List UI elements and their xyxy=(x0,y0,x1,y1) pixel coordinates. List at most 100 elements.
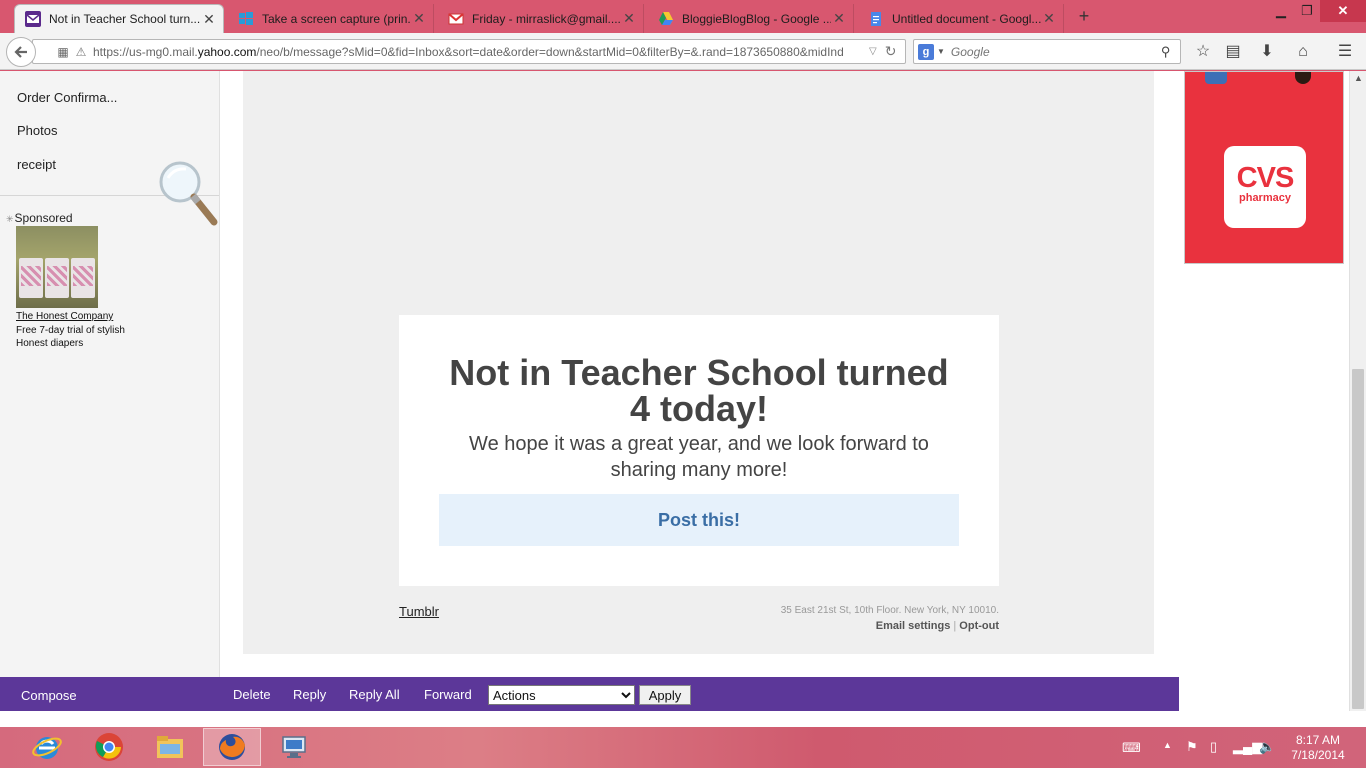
tab-screen-capture[interactable]: Take a screen capture (prin... ✕ xyxy=(228,4,434,33)
internet-explorer-icon[interactable] xyxy=(18,728,76,766)
mail-sidebar: Order Confirma... Photos receipt ✳Sponso… xyxy=(0,71,220,727)
delete-button[interactable]: Delete xyxy=(233,687,271,702)
close-window-icon[interactable]: ✕ xyxy=(1320,0,1366,22)
tab-label: Untitled document - Googl... xyxy=(892,11,1041,26)
reload-icon[interactable]: ↻ xyxy=(885,43,897,60)
tab-gmail[interactable]: Friday - mirraslick@gmail.... ✕ xyxy=(438,4,644,33)
address-bar[interactable]: ▦ ⚠ https://us-mg0.mail.yahoo.com/neo/b/… xyxy=(32,39,906,64)
cvs-brand: CVS xyxy=(1236,162,1295,194)
folder-receipt[interactable]: receipt xyxy=(17,157,56,172)
back-arrow-icon xyxy=(14,46,27,58)
folder-photos[interactable]: Photos xyxy=(17,123,57,138)
home-icon[interactable]: ⌂ xyxy=(1292,41,1314,63)
new-tab-button[interactable]: + xyxy=(1074,6,1094,26)
url-prefix: https://us-mg0.mail. xyxy=(93,44,198,59)
sponsored-text: Sponsored xyxy=(14,211,73,225)
tab-yahoo-mail[interactable]: Not in Teacher School turn... ✕ xyxy=(14,4,224,33)
remote-desktop-icon[interactable] xyxy=(265,728,323,766)
scroll-up-icon[interactable]: ▲ xyxy=(1354,73,1363,83)
warning-icon: ⚠ xyxy=(75,44,87,59)
tab-google-docs[interactable]: Untitled document - Googl... ✕ xyxy=(858,4,1064,33)
keyboard-icon[interactable]: ⌨ xyxy=(1122,740,1141,756)
close-tab-icon[interactable]: ✕ xyxy=(411,10,427,27)
footer-address: 35 East 21st St, 10th Floor. New York, N… xyxy=(780,605,999,616)
downloads-icon[interactable]: ⬇ xyxy=(1256,41,1278,63)
site-identity-icon[interactable]: ▦ xyxy=(53,45,73,59)
browser-nav-bar: ▦ ⚠ https://us-mg0.mail.yahoo.com/neo/b/… xyxy=(0,33,1366,70)
clock-date: 7/18/2014 xyxy=(1291,748,1345,762)
url-path: /neo/b/message?sMid=0&fid=Inbox&sort=dat… xyxy=(256,44,844,59)
close-tab-icon[interactable]: ✕ xyxy=(201,11,217,28)
url-domain: yahoo.com xyxy=(197,44,257,59)
bookmark-star-icon[interactable]: ☆ xyxy=(1192,41,1214,63)
mail-action-bar: Compose Delete Reply Reply All Forward A… xyxy=(0,677,1179,711)
tumblr-link[interactable]: Tumblr xyxy=(399,604,439,619)
reply-all-button[interactable]: Reply All xyxy=(349,687,400,702)
message-headline: Not in Teacher School turned 4 today! xyxy=(449,352,949,429)
firefox-icon[interactable] xyxy=(203,728,261,766)
email-settings-link[interactable]: Email settings xyxy=(876,620,951,632)
close-tab-icon[interactable]: ✕ xyxy=(1041,10,1057,27)
battery-icon[interactable]: ▯ xyxy=(1210,739,1217,755)
maximize-window-icon[interactable]: ❐ xyxy=(1294,0,1320,22)
minimize-window-icon[interactable]: ▁ xyxy=(1268,0,1294,22)
windows-icon xyxy=(238,11,254,27)
opt-out-link[interactable]: Opt-out xyxy=(959,620,999,632)
sponsored-ad-image[interactable] xyxy=(16,226,98,308)
diaper-pack xyxy=(45,258,69,298)
actions-select[interactable]: Actions xyxy=(488,685,635,705)
folder-order-confirmation[interactable]: Order Confirma... xyxy=(17,90,117,105)
tab-google-drive[interactable]: BloggieBlogBlog - Google ... ✕ xyxy=(648,4,854,33)
notification-card: Not in Teacher School turned 4 today! We… xyxy=(399,315,999,586)
diaper-pack xyxy=(19,258,43,298)
back-button[interactable] xyxy=(6,37,36,67)
system-clock[interactable]: 8:17 AM 7/18/2014 xyxy=(1284,733,1352,763)
sponsored-star-icon: ✳ xyxy=(6,214,14,224)
compose-button[interactable]: Compose xyxy=(21,688,77,703)
chrome-icon[interactable] xyxy=(80,728,138,766)
footer-separator: | xyxy=(953,620,957,632)
google-docs-icon xyxy=(868,11,884,27)
windows-taskbar: ⌨ ▲ ⚑ ▯ ▂▄▆ 🔈 8:17 AM 7/18/2014 xyxy=(0,727,1366,768)
search-icon[interactable]: ⚲ xyxy=(1161,44,1171,60)
speaker-muted-icon[interactable]: 🔈 xyxy=(1259,739,1275,755)
url-text[interactable]: https://us-mg0.mail.yahoo.com/neo/b/mess… xyxy=(93,45,863,59)
close-tab-icon[interactable]: ✕ xyxy=(621,10,637,27)
tab-label: Take a screen capture (prin... xyxy=(262,11,411,26)
footer-links: Email settings | Opt-out xyxy=(699,620,999,632)
search-bar[interactable]: g ▼ ⚲ xyxy=(913,39,1181,64)
reading-list-icon[interactable]: ▤ xyxy=(1222,41,1244,63)
google-drive-icon xyxy=(658,11,674,27)
sponsored-ad-description: Free 7-day trial of stylish Honest diape… xyxy=(16,325,125,349)
apply-button[interactable]: Apply xyxy=(639,685,691,705)
wifi-signal-icon[interactable]: ▂▄▆ xyxy=(1233,739,1262,755)
reply-button[interactable]: Reply xyxy=(293,687,326,702)
magnifier-icon[interactable] xyxy=(158,160,220,230)
file-explorer-icon[interactable] xyxy=(141,728,199,766)
chevron-down-icon[interactable]: ▼ xyxy=(937,47,945,56)
scrollbar-thumb[interactable] xyxy=(1352,369,1364,709)
yahoo-mail-icon xyxy=(25,11,41,27)
tab-label: Friday - mirraslick@gmail.... xyxy=(472,11,621,26)
clock-time: 8:17 AM xyxy=(1295,733,1341,747)
web-page: Order Confirma... Photos receipt ✳Sponso… xyxy=(0,71,1366,727)
search-input[interactable] xyxy=(950,44,1161,59)
show-hidden-icons-chevron-icon[interactable]: ▲ xyxy=(1163,740,1172,750)
forward-button[interactable]: Forward xyxy=(424,687,472,702)
action-center-flag-icon[interactable]: ⚑ xyxy=(1186,739,1198,755)
post-this-button[interactable]: Post this! xyxy=(439,494,959,546)
browser-tab-strip: Not in Teacher School turn... ✕ Take a s… xyxy=(0,0,1366,33)
sponsored-label: ✳Sponsored xyxy=(6,211,73,225)
diaper-pack xyxy=(71,258,95,298)
close-tab-icon[interactable]: ✕ xyxy=(831,10,847,27)
message-subtitle: We hope it was a great year, and we look… xyxy=(469,433,929,481)
ad-product-strip xyxy=(1295,72,1311,84)
page-bottom-area xyxy=(0,711,1366,727)
gmail-icon xyxy=(448,11,464,27)
sponsored-ad-title-link[interactable]: The Honest Company xyxy=(16,311,113,322)
cvs-ad-banner[interactable]: CVS pharmacy xyxy=(1184,71,1344,264)
menu-icon[interactable]: ☰ xyxy=(1334,41,1356,63)
vertical-scrollbar[interactable]: ▲ ▼ xyxy=(1349,71,1366,727)
google-search-engine-icon[interactable]: g xyxy=(918,43,934,60)
url-dropdown-icon[interactable]: ▽ xyxy=(869,46,877,57)
